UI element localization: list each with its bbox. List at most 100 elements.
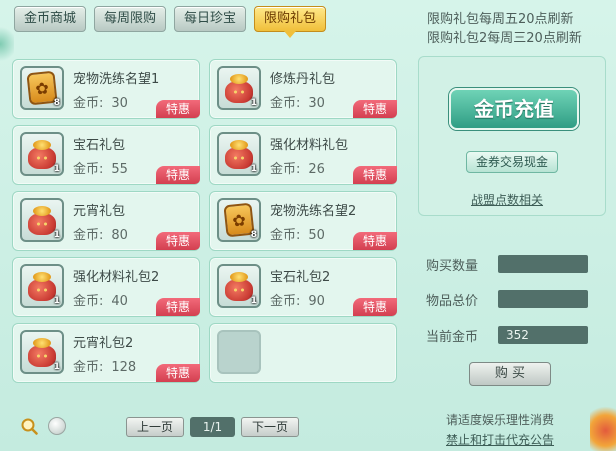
item-name: 宝石礼包 [73,138,126,153]
tab-daily-treasure[interactable]: 每日珍宝 [174,6,247,32]
discount-badge: 特惠 [156,232,200,250]
price-value: 30 [308,96,325,111]
item-price: 金币: 55 [73,158,128,177]
current-gold-field: 352 [498,326,588,344]
price-value: 40 [111,294,128,309]
empty-icon-box [217,330,261,374]
item-name: 宠物洗练名望2 [270,204,357,219]
item-icon-box: 1 [217,264,261,308]
item-count: 1 [53,296,60,306]
item-grid: ✿ 8 宠物洗练名望1 金币: 30 特惠 1 修炼丹礼包 金币: 30 特惠 1 … [10,56,403,384]
price-label: 金币: [270,96,301,111]
discount-badge: 特惠 [156,298,200,316]
item-count: 1 [250,296,257,306]
alliance-points-link[interactable]: 战盟点数相关 [471,191,543,208]
price-value: 90 [308,294,325,309]
tab-limited-packs[interactable]: 限购礼包 [254,6,327,38]
item-count: 1 [250,164,257,174]
item-price: 金币: 40 [73,290,128,309]
item-icon-box: 1 [217,66,261,110]
discount-badge: 特惠 [156,166,200,184]
pager: 上一页 1/1 下一页 [126,417,300,437]
price-label: 金币: [270,162,301,177]
item-card[interactable]: 1 宝石礼包 金币: 55 特惠 [12,125,200,185]
discount-badge: 特惠 [353,232,397,250]
item-icon-box: ✿ 8 [217,198,261,242]
item-name: 元宵礼包2 [73,336,134,351]
item-card[interactable]: 1 元宵礼包2 金币: 128 特惠 [12,323,200,383]
gold-recharge-button[interactable]: 金币充值 [449,88,579,130]
item-card[interactable]: 1 宝石礼包2 金币: 90 特惠 [209,257,397,317]
item-price: 金币: 26 [270,158,325,177]
item-card[interactable]: 1 元宵礼包 金币: 80 特惠 [12,191,200,251]
toggle-circle-button[interactable] [48,417,66,435]
quantity-field[interactable] [498,255,588,273]
price-label: 金币: [73,360,104,375]
item-icon-box: 1 [20,198,64,242]
item-count: 1 [53,164,60,174]
item-icon-box: 1 [20,264,64,308]
discount-badge: 特惠 [353,298,397,316]
price-label: 金币: [73,294,104,309]
shop-panel: 金币商城 每周限购 每日珍宝 限购礼包 ✿ 8 宠物洗练名望1 金币: 30 特惠… [0,0,616,451]
magnifier-icon[interactable] [20,417,38,435]
coupon-trade-button[interactable]: 金券交易现金 [466,151,558,173]
item-card[interactable]: 1 修炼丹礼包 金币: 30 特惠 [209,59,397,119]
price-label: 金币: [73,96,104,111]
item-price: 金币: 90 [270,290,325,309]
discount-badge: 特惠 [156,100,200,118]
moderation-notice: 请适度娱乐理性消费 [446,413,555,427]
price-value: 50 [308,228,325,243]
item-icon-box: 1 [20,132,64,176]
total-price-label: 物品总价 [426,294,479,309]
price-label: 金币: [73,162,104,177]
empty-item-slot [209,323,397,383]
next-page-button[interactable]: 下一页 [241,417,300,437]
item-name: 强化材料礼包2 [73,270,160,285]
price-label: 金币: [270,294,301,309]
buy-button[interactable]: 购 买 [469,362,551,386]
item-card[interactable]: 1 强化材料礼包 金币: 26 特惠 [209,125,397,185]
item-name: 修炼丹礼包 [270,72,336,87]
refresh-notice-line1: 限购礼包每周五20点刷新 [427,12,574,27]
item-count: 1 [53,362,60,372]
item-name: 强化材料礼包 [270,138,349,153]
item-name: 宝石礼包2 [270,270,331,285]
item-count: 8 [250,230,257,240]
item-count: 8 [53,98,60,108]
refresh-notice: 限购礼包每周五20点刷新 限购礼包2每周三20点刷新 [427,10,582,48]
corner-decoration [590,400,616,451]
discount-badge: 特惠 [353,166,397,184]
total-price-field [498,290,588,308]
price-label: 金币: [73,228,104,243]
item-price: 金币: 80 [73,224,128,243]
item-count: 1 [250,98,257,108]
quantity-label: 购买数量 [426,259,479,274]
price-value: 26 [308,162,325,177]
refresh-notice-line2: 限购礼包2每周三20点刷新 [427,31,582,46]
item-card[interactable]: 1 强化材料礼包2 金币: 40 特惠 [12,257,200,317]
item-price: 金币: 30 [73,92,128,111]
item-name: 宠物洗练名望1 [73,72,160,87]
price-value: 80 [111,228,128,243]
discount-badge: 特惠 [353,100,397,118]
item-price: 金币: 30 [270,92,325,111]
item-icon-box: 1 [20,330,64,374]
tab-weekly-limited[interactable]: 每周限购 [94,6,167,32]
anti-proxy-recharge-link[interactable]: 禁止和打击代充公告 [446,431,554,448]
price-label: 金币: [270,228,301,243]
price-value: 55 [111,162,128,177]
prev-page-button[interactable]: 上一页 [126,417,185,437]
item-count: 1 [53,230,60,240]
item-name: 元宵礼包 [73,204,126,219]
item-card[interactable]: ✿ 8 宠物洗练名望1 金币: 30 特惠 [12,59,200,119]
current-gold-label: 当前金币 [426,330,479,345]
item-icon-box: 1 [217,132,261,176]
page-indicator: 1/1 [190,417,236,437]
tab-gold-shop[interactable]: 金币商城 [14,6,87,32]
item-price: 金币: 50 [270,224,325,243]
tab-bar: 金币商城 每周限购 每日珍宝 限购礼包 [14,6,327,38]
price-value: 30 [111,96,128,111]
item-card[interactable]: ✿ 8 宠物洗练名望2 金币: 50 特惠 [209,191,397,251]
item-price: 金币: 128 [73,356,136,375]
